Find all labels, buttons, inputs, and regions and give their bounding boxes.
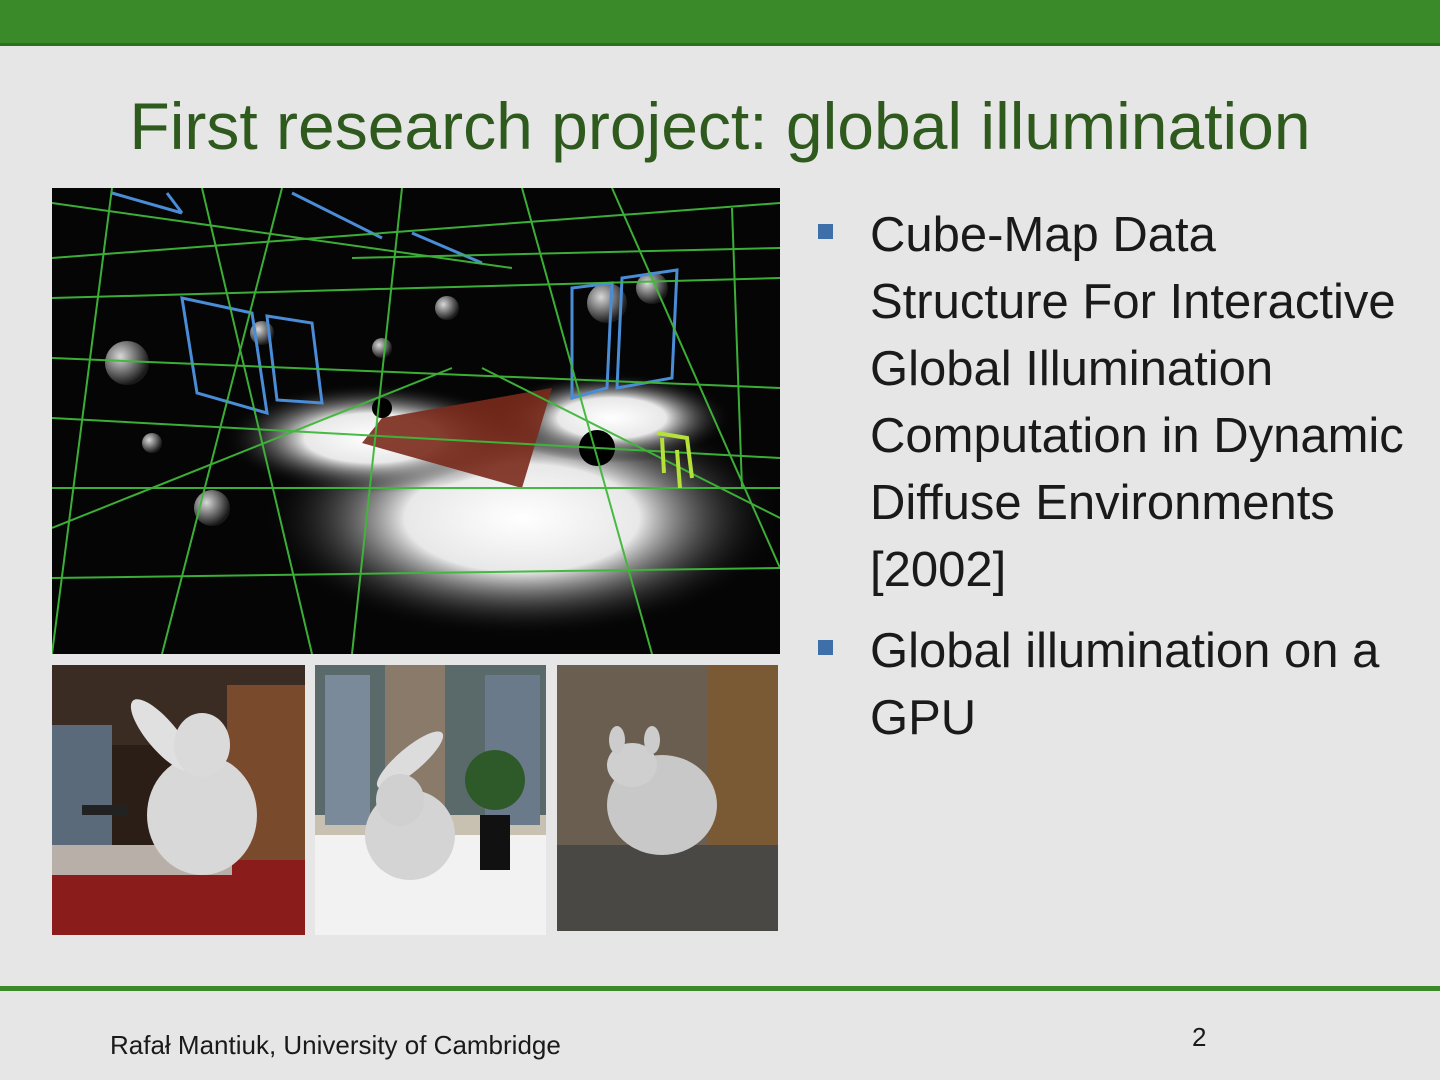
list-item: Global illumination on a GPU [818, 618, 1418, 752]
bunny-render-brown-room [557, 665, 778, 931]
cube-map-wireframe-render [52, 188, 780, 654]
slide-title: First research project: global illuminat… [129, 89, 1311, 163]
bullet-text: Cube-Map Data Structure For Interactive … [870, 208, 1404, 597]
bullet-text: Global illumination on a GPU [870, 624, 1380, 745]
footer-author: Rafał Mantiuk, University of Cambridge [110, 1030, 561, 1060]
bunny-render-red-room [52, 665, 305, 935]
list-item: Cube-Map Data Structure For Interactive … [818, 202, 1418, 604]
bullet-square-icon [818, 224, 833, 239]
bullet-square-icon [818, 640, 833, 655]
footer-divider [0, 986, 1440, 991]
page-number: 2 [1192, 1022, 1207, 1052]
bunny-render-plant-room [315, 665, 546, 935]
top-accent-bar [0, 0, 1440, 46]
bullet-list: Cube-Map Data Structure For Interactive … [818, 202, 1418, 766]
